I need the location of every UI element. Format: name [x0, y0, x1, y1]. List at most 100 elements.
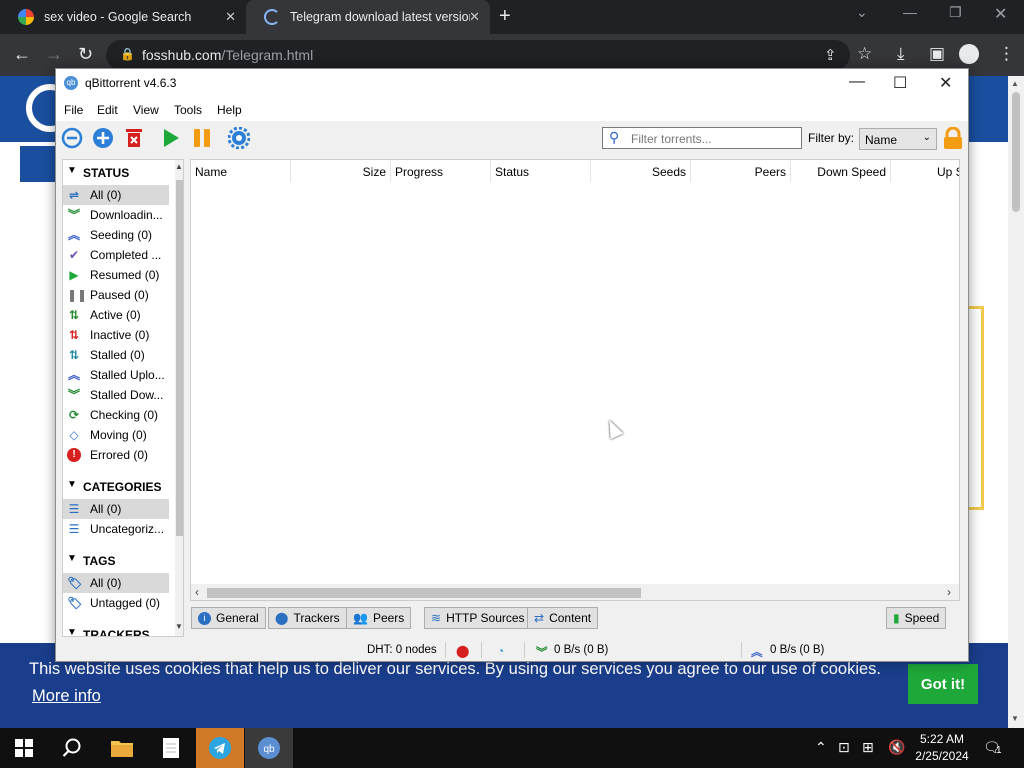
category-item-all[interactable]: ☰ All (0) [63, 499, 169, 519]
new-tab-button[interactable]: + [499, 5, 511, 28]
transfer-list[interactable]: Name Size Progress Status Seeds Peers Do… [190, 159, 960, 601]
restore-icon[interactable]: ❐ [949, 4, 962, 21]
tag-item-untagged[interactable]: 🏷 Untagged (0) [63, 593, 169, 613]
add-torrent-icon[interactable] [91, 126, 115, 150]
column-header-seeds[interactable]: Seeds [591, 160, 691, 182]
status-item-completed[interactable]: ✔ Completed ... [63, 245, 169, 265]
status-item-checking[interactable]: ⟳ Checking (0) [63, 405, 169, 425]
minimize-icon[interactable]: — [903, 4, 917, 20]
status-item-resumed[interactable]: ▶ Resumed (0) [63, 265, 169, 285]
category-item-uncategorized[interactable]: ☰ Uncategoriz... [63, 519, 169, 539]
column-header-peers[interactable]: Peers [691, 160, 791, 182]
column-header-progress[interactable]: Progress [391, 160, 491, 182]
transfer-list-hscrollbar[interactable]: ‹ › [191, 584, 959, 600]
download-speed[interactable]: 0 B/s (0 B) [554, 644, 608, 656]
upload-speed[interactable]: 0 B/s (0 B) [770, 644, 824, 656]
forward-icon[interactable]: → [45, 44, 63, 65]
status-item-stalled-uploading[interactable]: ︽ Stalled Uplo... [63, 365, 169, 385]
tab-peers[interactable]: 👥 Peers [346, 607, 412, 629]
search-icon[interactable] [48, 728, 96, 768]
column-header-name[interactable]: Name [191, 160, 291, 182]
pause-icon[interactable] [190, 126, 214, 150]
system-clock[interactable]: 5:22 AM 2/25/2024 [912, 731, 972, 765]
minimize-icon[interactable]: — [849, 73, 865, 91]
back-icon[interactable]: ← [13, 44, 31, 65]
profile-avatar[interactable] [959, 44, 979, 64]
close-tab-icon[interactable]: ✕ [225, 9, 236, 25]
status-item-errored[interactable]: ! Errored (0) [63, 445, 169, 465]
menu-help[interactable]: Help [217, 103, 242, 117]
show-hidden-icons[interactable]: ⌃ [815, 739, 827, 756]
column-header-size[interactable]: Size [291, 160, 391, 182]
status-item-stalled[interactable]: ⇅ Stalled (0) [63, 345, 169, 365]
status-item-all[interactable]: ⇌ All (0) [63, 185, 169, 205]
scroll-left-icon[interactable]: ‹ [195, 585, 199, 599]
alt-speed-icon[interactable]: ◔ [497, 644, 504, 658]
lock-icon[interactable]: 🔒 [120, 47, 135, 61]
status-item-seeding[interactable]: ︽ Seeding (0) [63, 225, 169, 245]
status-item-downloading[interactable]: ︾ Downloadin... [63, 205, 169, 225]
volume-muted-icon[interactable]: 🔇 [888, 739, 905, 756]
reload-icon[interactable]: ↻ [78, 44, 93, 65]
tab-speed[interactable]: ▮ Speed [886, 607, 947, 629]
column-header-down-speed[interactable]: Down Speed [791, 160, 891, 182]
address-bar[interactable]: 🔒 fosshub.com/Telegram.html ⇪ [106, 40, 850, 70]
scroll-thumb[interactable] [1012, 92, 1020, 212]
file-explorer-icon[interactable] [98, 728, 146, 768]
connection-status-icon[interactable]: ⬤ [456, 644, 469, 658]
ethernet-icon[interactable]: ⊞ [862, 739, 874, 756]
categories-section-header[interactable]: ▼ CATEGORIES [63, 476, 183, 498]
delete-icon[interactable] [122, 126, 146, 150]
scroll-right-icon[interactable]: › [947, 585, 951, 599]
qbittorrent-icon[interactable]: qb [245, 728, 293, 768]
tag-item-all[interactable]: 🏷 All (0) [63, 573, 169, 593]
status-item-paused[interactable]: ❚❚ Paused (0) [63, 285, 169, 305]
trackers-section-header[interactable]: ▼ TRACKERS [63, 624, 183, 636]
page-scrollbar[interactable]: ▲ ▼ [1008, 76, 1024, 728]
close-window-icon[interactable]: ✕ [994, 4, 1007, 24]
scroll-thumb[interactable] [176, 180, 183, 536]
column-header-up-speed[interactable]: Up S [891, 160, 959, 182]
scroll-up-icon[interactable]: ▲ [1011, 79, 1019, 88]
add-link-icon[interactable] [60, 126, 84, 150]
browser-tab-google[interactable]: sex video - Google Search ✕ [0, 0, 246, 34]
menu-view[interactable]: View [133, 103, 159, 117]
telegram-icon[interactable] [196, 728, 244, 768]
menu-file[interactable]: File [64, 103, 83, 117]
close-tab-icon[interactable]: ✕ [469, 9, 480, 25]
tab-http-sources[interactable]: ≋ HTTP Sources [424, 607, 532, 629]
status-item-stalled-downloading[interactable]: ︾ Stalled Dow... [63, 385, 169, 405]
filter-torrents-input[interactable]: ⚲ Filter torrents... [602, 127, 802, 149]
tab-trackers[interactable]: ⬤ Trackers [268, 607, 347, 629]
close-icon[interactable]: ✕ [939, 73, 952, 93]
start-icon[interactable] [0, 728, 48, 768]
status-item-inactive[interactable]: ⇅ Inactive (0) [63, 325, 169, 345]
menu-icon[interactable]: ⋮ [998, 44, 1015, 64]
tags-section-header[interactable]: ▼ TAGS [63, 550, 183, 572]
tab-general[interactable]: i General [191, 607, 266, 629]
browser-tab-telegram[interactable]: Telegram download latest version ✕ [246, 0, 490, 34]
download-icon[interactable]: ⤓ [897, 44, 905, 64]
menu-edit[interactable]: Edit [97, 103, 118, 117]
share-icon[interactable]: ⇪ [824, 46, 837, 64]
lock-icon[interactable] [942, 126, 964, 151]
filter-by-select[interactable]: Name ⌄ [859, 128, 937, 150]
status-item-moving[interactable]: ◇ Moving (0) [63, 425, 169, 445]
sidebar-scrollbar[interactable]: ▲ ▼ [175, 160, 183, 636]
menu-tools[interactable]: Tools [174, 103, 202, 117]
tab-search-icon[interactable]: ⌄ [856, 4, 868, 21]
options-icon[interactable] [227, 126, 251, 150]
more-info-link[interactable]: More info [32, 687, 101, 706]
tab-content[interactable]: ⇄ Content [527, 607, 599, 629]
scroll-down-icon[interactable]: ▼ [1011, 714, 1019, 723]
notepad-icon[interactable] [147, 728, 195, 768]
column-header-status[interactable]: Status [491, 160, 591, 182]
side-panel-icon[interactable]: ▣ [929, 44, 945, 64]
scroll-up-icon[interactable]: ▲ [175, 162, 183, 171]
maximize-icon[interactable]: ☐ [893, 73, 907, 93]
window-titlebar[interactable]: qb qBittorrent v4.6.3 — ☐ ✕ [56, 69, 968, 99]
bookmark-star-icon[interactable]: ☆ [857, 44, 872, 64]
status-item-active[interactable]: ⇅ Active (0) [63, 305, 169, 325]
status-section-header[interactable]: ▼ STATUS [63, 162, 183, 184]
network-icon[interactable]: ⊡ [838, 739, 850, 756]
